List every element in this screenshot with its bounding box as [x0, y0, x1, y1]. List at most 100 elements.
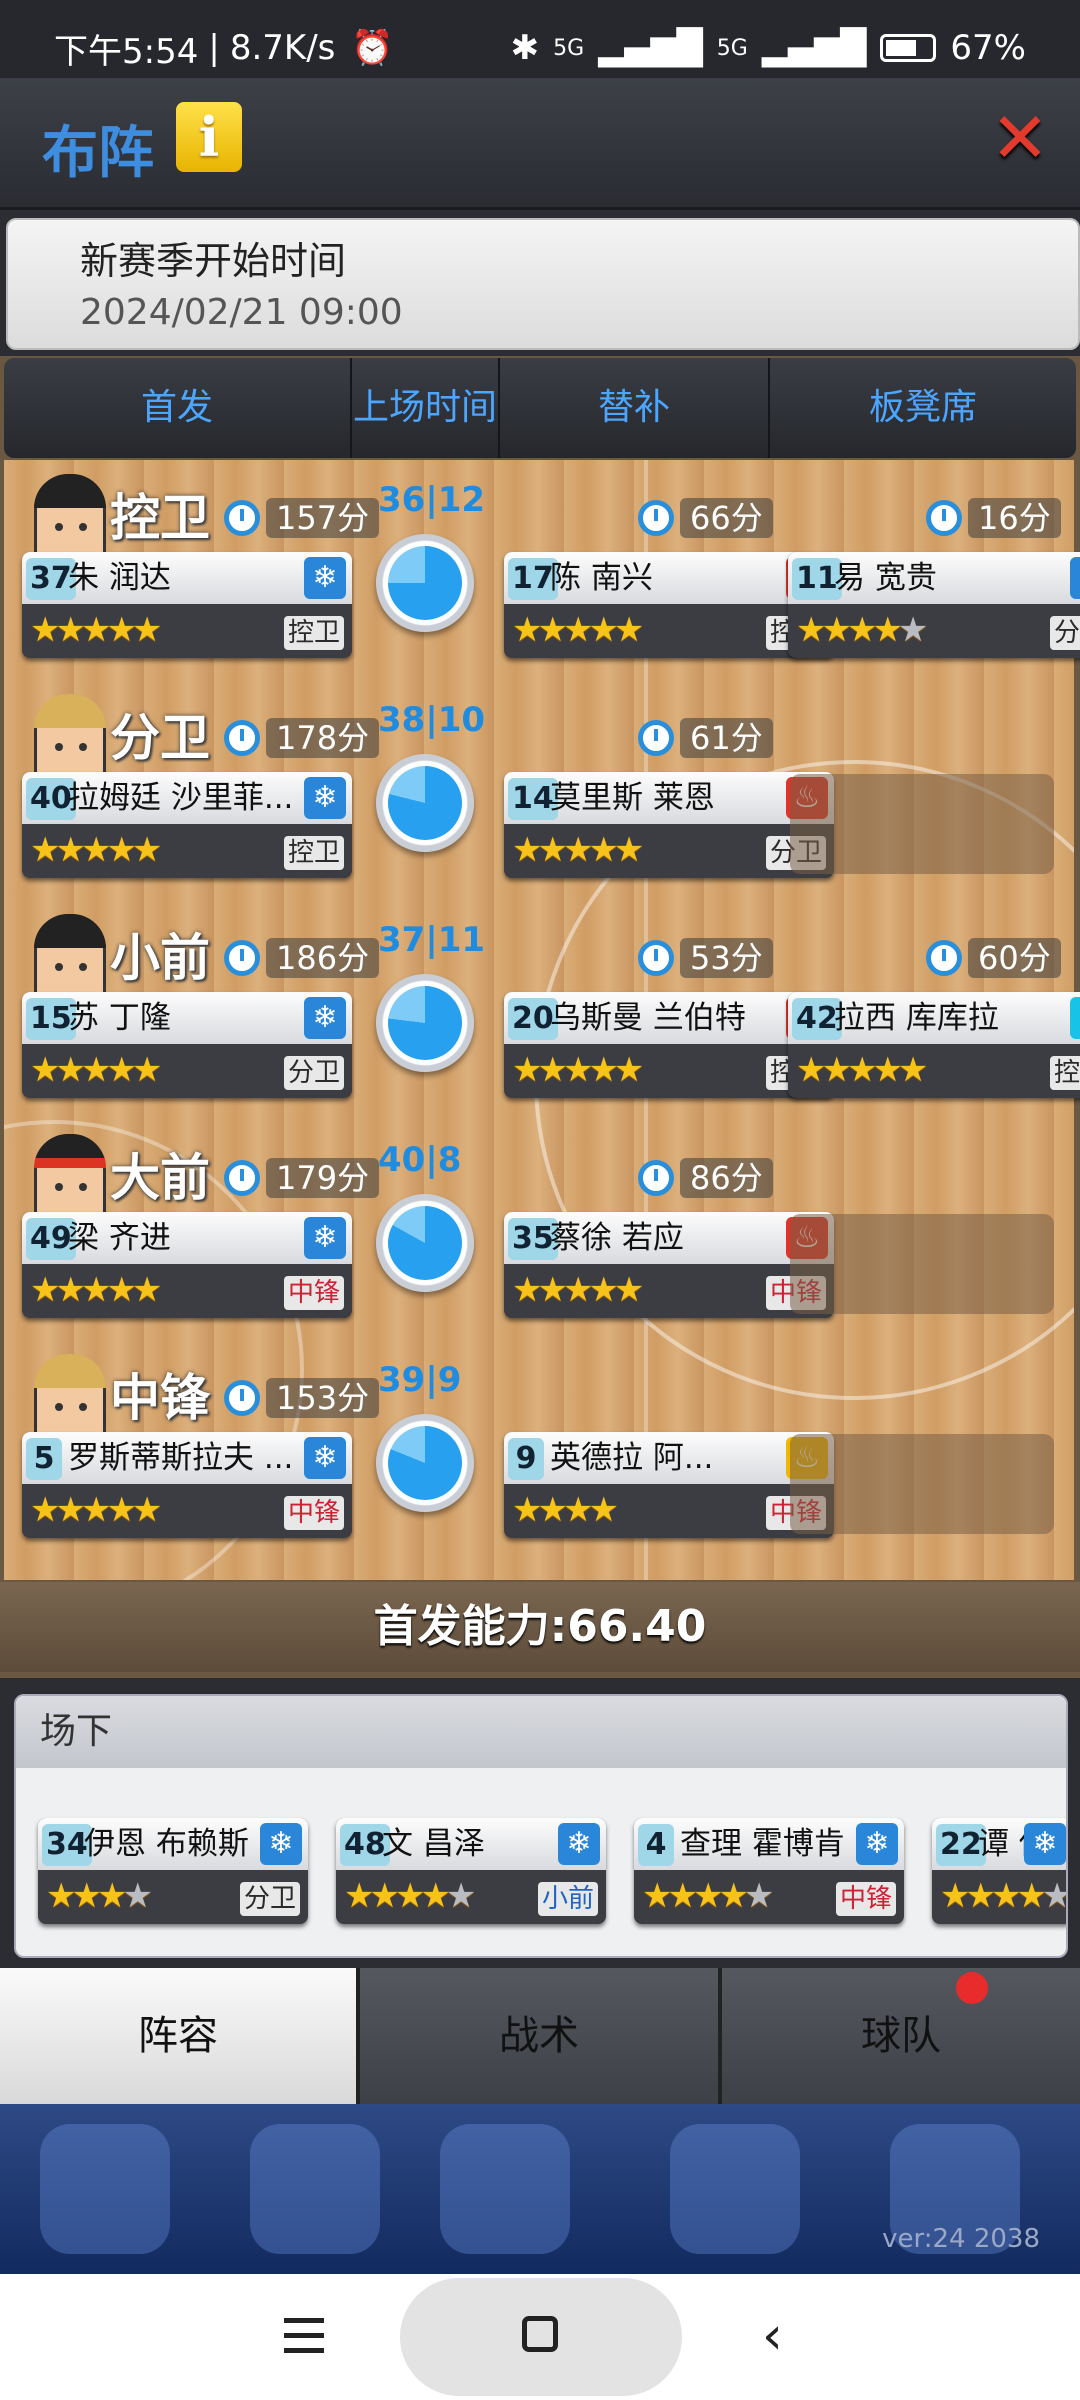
- blurred-chat-icon: [670, 2124, 800, 2254]
- alarm-icon: ⏰: [351, 28, 394, 68]
- player-name: 英德拉 阿...: [550, 1440, 714, 1476]
- player-card[interactable]: 42拉西 库库拉❄★★★★★控卫: [788, 992, 1080, 1098]
- starter-power: 首发能力:66.40: [0, 1582, 1080, 1672]
- tab-playing-time[interactable]: 上场时间: [352, 358, 500, 458]
- snowflake-icon: ❄: [1070, 557, 1080, 599]
- minutes-dial[interactable]: [376, 1194, 474, 1292]
- player-card[interactable]: 34 伊恩 布赖斯 ❄ ★★★★ 分卫: [38, 1818, 308, 1924]
- lineup-row: 小前186分15苏 丁隆❄★★★★★分卫37|1153分20乌斯曼 兰伯特♨★★…: [0, 914, 1080, 1126]
- tab-starters[interactable]: 首发: [4, 358, 352, 458]
- stars-half: ★: [1041, 1876, 1066, 1916]
- menu-icon[interactable]: [284, 2318, 324, 2354]
- playing-time-value: 178分: [266, 718, 380, 758]
- tab-team[interactable]: 球队: [722, 1968, 1080, 2104]
- avatar-hair: [34, 1354, 106, 1388]
- position-tag: 控卫: [1049, 1056, 1080, 1090]
- position-tag: 分卫: [283, 1056, 344, 1090]
- playing-time-value: 66分: [680, 498, 773, 538]
- empty-bench-slot[interactable]: [790, 1214, 1054, 1314]
- playing-time: 179分: [224, 1158, 380, 1198]
- player-card[interactable]: 17陈 南兴♨★★★★★控卫: [504, 552, 834, 658]
- player-card[interactable]: 14莫里斯 莱恩♨★★★★★分卫: [504, 772, 834, 878]
- stars-full: ★★★★: [30, 1050, 137, 1090]
- tab-lineup[interactable]: 阵容: [0, 1968, 360, 2104]
- player-card[interactable]: 15 苏 丁隆 ❄ ★★★★★ 分卫: [22, 992, 352, 1098]
- player-card[interactable]: 11易 宽贵❄★★★★★分卫: [788, 552, 1080, 658]
- avatar-hair: [34, 694, 106, 728]
- minutes-dial[interactable]: [376, 754, 474, 852]
- snowflake-icon: ❄: [856, 1823, 898, 1865]
- snowflake-icon: ❄: [304, 777, 346, 819]
- empty-bench-slot[interactable]: [790, 774, 1054, 874]
- jersey-number: 5: [26, 1438, 62, 1480]
- snowflake-icon: ❄: [304, 997, 346, 1039]
- tab-tactics[interactable]: 战术: [360, 1968, 722, 2104]
- player-card[interactable]: 49 梁 齐进 ❄ ★★★★★ 中锋: [22, 1212, 352, 1318]
- empty-bench-slot[interactable]: [790, 1434, 1054, 1534]
- stars-full: ★★★★: [344, 1876, 451, 1916]
- player-card[interactable]: 37 朱 润达 ❄ ★★★★★ 控卫: [22, 552, 352, 658]
- stars-full: ★★★★: [30, 830, 137, 870]
- lineup-row: 大前179分49梁 齐进❄★★★★★中锋40|886分35蔡徐 若应♨★★★★★…: [0, 1134, 1080, 1346]
- close-icon[interactable]: ✕: [990, 103, 1050, 173]
- avatar-hair: [34, 1134, 106, 1168]
- position-label: 大前: [110, 1149, 210, 1207]
- snowflake-icon: ❄: [1024, 1823, 1066, 1865]
- stopwatch-icon: [638, 720, 674, 756]
- stopwatch-icon: [224, 500, 260, 536]
- stars-half: ★: [445, 1876, 477, 1916]
- rating-stars: ★★★★★: [30, 610, 163, 650]
- minutes-dial[interactable]: [376, 1414, 474, 1512]
- player-name: 梁 齐进: [68, 1220, 171, 1256]
- player-name: 易 宽贵: [834, 560, 937, 596]
- player-card[interactable]: 20乌斯曼 兰伯特♨★★★★★控卫: [504, 992, 834, 1098]
- sub-minutes: 10: [437, 700, 486, 740]
- back-icon[interactable]: ‹: [762, 2310, 783, 2362]
- player-card[interactable]: 4 查理 霍博肯 ❄ ★★★★★ 中锋: [634, 1818, 904, 1924]
- stars-half: ★: [613, 1050, 645, 1090]
- rating-stars: ★★★★★: [512, 1270, 645, 1310]
- player-name: 莫里斯 莱恩: [550, 780, 715, 816]
- minutes-dial[interactable]: [376, 974, 474, 1072]
- playing-time: 157分: [224, 498, 380, 538]
- split-divider: |: [425, 1140, 438, 1180]
- status-time: 下午5:54: [54, 31, 199, 72]
- tab-substitutes[interactable]: 替补: [500, 358, 770, 458]
- player-card[interactable]: 40 拉姆廷 沙里菲... ❄ ★★★★★ 控卫: [22, 772, 352, 878]
- playing-time: 53分: [638, 938, 773, 978]
- avatar-eye: [55, 1183, 63, 1191]
- player-card[interactable]: 22谭 传中❄★★★★★: [932, 1818, 1066, 1924]
- home-icon[interactable]: [522, 2316, 558, 2352]
- rating-stars: ★★★★: [512, 1490, 619, 1530]
- player-card[interactable]: 48 文 昌泽 ❄ ★★★★★ 小前: [336, 1818, 606, 1924]
- minutes-split: 36|12: [378, 480, 485, 520]
- avatar-eye: [79, 963, 87, 971]
- tab-bench[interactable]: 板凳席: [770, 358, 1076, 458]
- status-speed: 8.7K/s: [229, 28, 336, 68]
- starter-minutes: 39: [378, 1360, 426, 1400]
- player-card[interactable]: 35蔡徐 若应♨★★★★★中锋: [504, 1212, 834, 1318]
- player-card[interactable]: 5 罗斯蒂斯拉夫 ... ❄ ★★★★★ 中锋: [22, 1432, 352, 1538]
- off-court-list: 34 伊恩 布赖斯 ❄ ★★★★ 分卫 48 文 昌泽 ❄ ★★★★★ 小前 4 查理 霍博肯 ❄ ★★★…: [16, 1768, 1066, 1948]
- player-card[interactable]: 9英德拉 阿...♨★★★★中锋: [504, 1432, 834, 1538]
- info-icon[interactable]: i: [176, 102, 242, 172]
- stopwatch-icon: [638, 940, 674, 976]
- playing-time: 16分: [926, 498, 1061, 538]
- off-court-section: 场下 34 伊恩 布赖斯 ❄ ★★★★ 分卫 48 文 昌泽 ❄ ★★★★★ 小前 4 查理 霍博肯 ❄…: [14, 1694, 1068, 1958]
- sub-minutes: 11: [437, 920, 486, 960]
- playing-time-value: 60分: [968, 938, 1061, 978]
- stars-half: ★: [613, 1270, 645, 1310]
- playing-time: 61分: [638, 718, 773, 758]
- position-tag: 中锋: [835, 1882, 896, 1916]
- minutes-split: 39|9: [378, 1360, 461, 1400]
- stars-half: ★: [131, 830, 163, 870]
- stars-full: ★★★★: [30, 1490, 137, 1530]
- split-divider: |: [425, 920, 438, 960]
- minutes-dial[interactable]: [376, 534, 474, 632]
- avatar-eye: [79, 743, 87, 751]
- starter-minutes: 40: [378, 1140, 426, 1180]
- split-divider: |: [425, 480, 438, 520]
- avatar-eye: [55, 963, 63, 971]
- battery-icon: [880, 34, 937, 62]
- player-name: 拉姆廷 沙里菲...: [68, 780, 294, 816]
